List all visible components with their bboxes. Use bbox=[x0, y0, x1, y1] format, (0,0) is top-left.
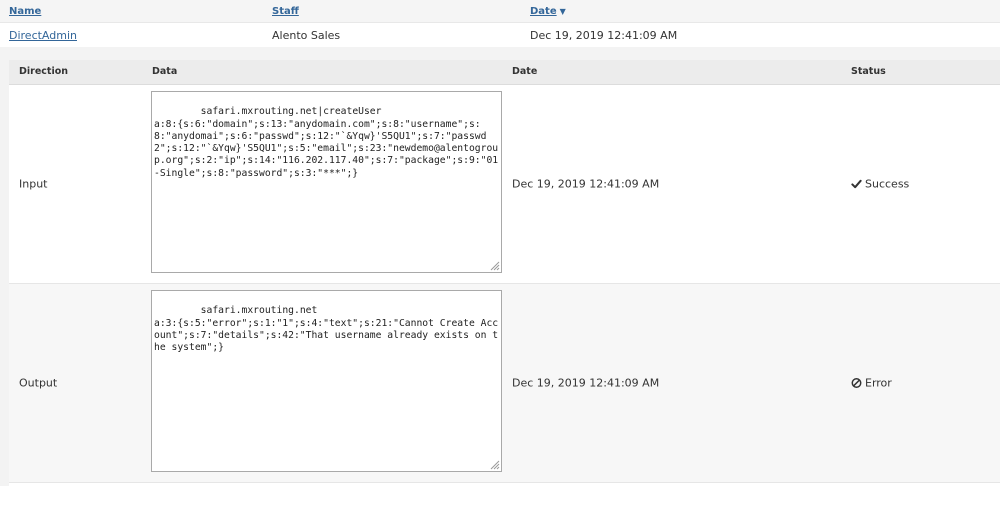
date-cell: Dec 19, 2019 12:41:09 AM bbox=[512, 376, 660, 390]
detail-table: Direction Data Date Status Input safari.… bbox=[9, 60, 1000, 528]
status-badge: Error bbox=[851, 377, 892, 390]
sort-desc-icon: ▼ bbox=[559, 6, 566, 16]
column-header-direction: Direction bbox=[19, 66, 68, 77]
resize-grip-icon[interactable] bbox=[488, 259, 500, 271]
outer-table-header: Name Staff Date ▼ bbox=[0, 0, 1000, 23]
name-link[interactable]: DirectAdmin bbox=[9, 29, 77, 42]
column-header-name[interactable]: Name bbox=[9, 6, 41, 17]
detail-panel: Direction Data Date Status Input safari.… bbox=[0, 47, 1000, 528]
data-text: safari.mxrouting.net a:3:{s:5:"error";s:… bbox=[154, 305, 499, 354]
column-header-status: Status bbox=[851, 66, 886, 77]
detail-row-output: Output safari.mxrouting.net a:3:{s:5:"er… bbox=[9, 284, 1000, 483]
detail-row-input: Input safari.mxrouting.net|createUser a:… bbox=[9, 85, 1000, 284]
data-textarea[interactable]: safari.mxrouting.net a:3:{s:5:"error";s:… bbox=[151, 290, 502, 472]
date-cell: Dec 19, 2019 12:41:09 AM bbox=[530, 28, 678, 42]
staff-cell: Alento Sales bbox=[272, 28, 341, 42]
column-header-date: Date bbox=[512, 66, 538, 77]
column-header-date-label: Date bbox=[530, 5, 557, 17]
date-cell: Dec 19, 2019 12:41:09 AM bbox=[512, 177, 660, 191]
data-text: safari.mxrouting.net|createUser a:8:{s:6… bbox=[154, 106, 499, 179]
direction-cell: Input bbox=[19, 177, 48, 191]
status-badge: Success bbox=[851, 178, 909, 191]
column-header-staff[interactable]: Staff bbox=[272, 6, 299, 17]
status-text: Error bbox=[865, 376, 892, 390]
resize-grip-icon[interactable] bbox=[488, 458, 500, 470]
column-header-data: Data bbox=[152, 66, 178, 77]
ban-icon bbox=[851, 378, 862, 388]
detail-table-header: Direction Data Date Status bbox=[9, 60, 1000, 85]
check-icon bbox=[851, 179, 862, 189]
column-header-date[interactable]: Date ▼ bbox=[530, 6, 566, 17]
table-row[interactable]: DirectAdmin Alento Sales Dec 19, 2019 12… bbox=[0, 23, 1000, 48]
direction-cell: Output bbox=[19, 376, 58, 390]
status-text: Success bbox=[865, 177, 910, 191]
data-textarea[interactable]: safari.mxrouting.net|createUser a:8:{s:6… bbox=[151, 91, 502, 273]
